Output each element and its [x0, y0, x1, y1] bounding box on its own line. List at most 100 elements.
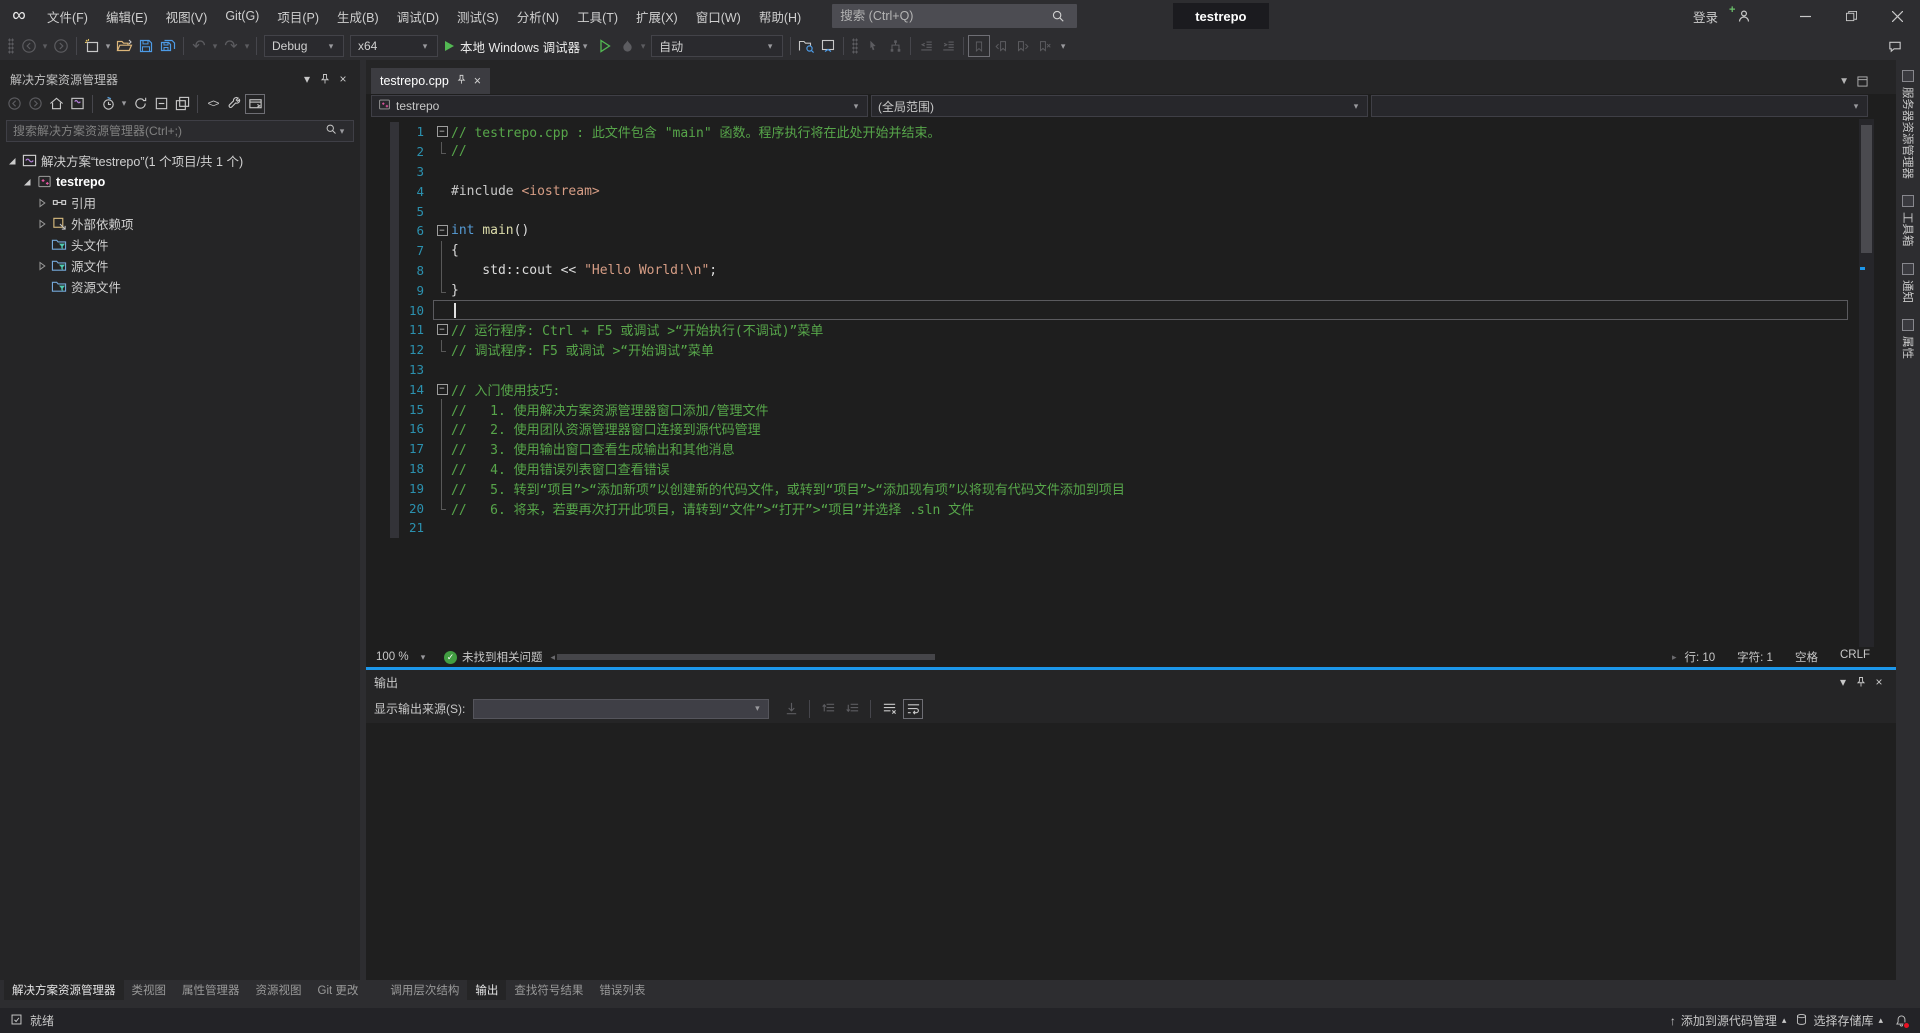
output-log-area[interactable] [366, 723, 1896, 980]
start-without-debug-icon[interactable] [594, 35, 616, 57]
code-line[interactable]: 5 [366, 201, 1896, 221]
send-feedback-icon[interactable] [1884, 35, 1906, 57]
code-line[interactable]: 21 [366, 518, 1896, 538]
start-debugging-button[interactable]: 本地 Windows 调试器 ▾ [445, 37, 590, 56]
expander-icon[interactable] [4, 156, 20, 166]
add-to-source-control-button[interactable]: ↑ 添加到源代码管理 ▴ [1670, 1012, 1787, 1029]
fold-bar-icon[interactable] [433, 478, 451, 498]
restore-button[interactable] [1828, 0, 1874, 32]
active-files-dropdown-icon[interactable]: ▼ [1839, 76, 1849, 90]
save-icon[interactable] [135, 35, 157, 57]
code-line[interactable]: 9} [366, 280, 1896, 300]
home-icon[interactable] [46, 94, 66, 114]
tool-window-tab[interactable]: 类视图 [124, 980, 175, 1000]
fold-bar-icon[interactable] [433, 261, 451, 281]
window-position-icon[interactable]: ▾ [1834, 673, 1852, 691]
collapse-region-icon[interactable]: − [437, 384, 448, 395]
next-message-icon[interactable] [842, 699, 862, 719]
code-line[interactable]: 10 [366, 300, 1896, 320]
side-tab-notifications[interactable]: 通知 [1900, 263, 1916, 303]
solution-explorer-title-bar[interactable]: 解决方案资源管理器 ▾ × [0, 60, 360, 90]
toolbar-grip[interactable] [852, 38, 858, 54]
tool-window-tab[interactable]: 查找符号结果 [506, 980, 591, 1000]
fold-bar-icon[interactable] [433, 241, 451, 261]
menu-item[interactable]: 帮助(H) [750, 0, 810, 32]
save-all-icon[interactable] [157, 35, 179, 57]
select-repository-button[interactable]: 选择存储库 ▴ [1795, 1012, 1883, 1029]
tool-window-tab[interactable]: 解决方案资源管理器 [4, 980, 124, 1000]
fold-end-icon[interactable] [433, 142, 451, 162]
close-icon[interactable]: × [474, 74, 481, 88]
spaces-indicator[interactable]: 空格 [1795, 649, 1818, 665]
scroll-right-icon[interactable]: ▸ [1672, 652, 1677, 663]
fold-bar-icon[interactable] [433, 419, 451, 439]
nav-back-icon[interactable] [18, 35, 40, 57]
menu-item[interactable]: 调试(D) [388, 0, 448, 32]
expander-icon[interactable] [34, 198, 50, 208]
fold-box-icon[interactable]: − [433, 221, 451, 241]
undo-icon[interactable]: ↶ [188, 35, 210, 57]
new-project-icon[interactable] [81, 35, 103, 57]
nav-forward-icon[interactable] [50, 35, 72, 57]
redo-dropdown-icon[interactable]: ▾ [242, 41, 252, 52]
forward-icon[interactable] [25, 94, 45, 114]
toolbar-grip[interactable] [8, 38, 14, 54]
tool-window-tab[interactable]: 输出 [467, 980, 506, 1000]
code-line[interactable]: 17// 3. 使用输出窗口查看生成输出和其他消息 [366, 439, 1896, 459]
menu-item[interactable]: 测试(S) [448, 0, 508, 32]
member-scope-combo[interactable]: ▾ [1371, 95, 1868, 117]
new-project-dropdown-icon[interactable]: ▾ [103, 41, 113, 52]
find-in-files-icon[interactable] [795, 35, 817, 57]
fold-box-icon[interactable]: − [433, 379, 451, 399]
code-line[interactable]: 14−// 入门使用技巧: [366, 379, 1896, 399]
add-account-icon[interactable]: + [1728, 8, 1758, 24]
solution-platform-combo[interactable]: x64 ▾ [350, 35, 438, 57]
pin-icon[interactable] [456, 74, 467, 88]
sign-in-button[interactable]: 登录 [1693, 7, 1718, 26]
jump-to-message-icon[interactable] [781, 699, 801, 719]
code-line[interactable]: 2// [366, 142, 1896, 162]
scrollbar-thumb[interactable] [557, 654, 935, 660]
output-source-combo[interactable]: ▾ [473, 699, 769, 719]
scrollbar-track[interactable] [557, 653, 1670, 661]
type-scope-combo[interactable]: (全局范围) ▾ [871, 95, 1368, 117]
scrollbar-thumb[interactable] [1861, 125, 1872, 253]
pin-icon[interactable] [1852, 673, 1870, 691]
code-line[interactable]: 15// 1. 使用解决方案资源管理器窗口添加/管理文件 [366, 399, 1896, 419]
properties-icon[interactable] [224, 94, 244, 114]
previous-message-icon[interactable] [818, 699, 838, 719]
refresh-icon[interactable] [130, 94, 150, 114]
active-solution-chip[interactable]: testrepo [1173, 3, 1268, 29]
code-line[interactable]: 7{ [366, 241, 1896, 261]
vertical-scrollbar[interactable] [1859, 119, 1874, 647]
code-line[interactable]: 13 [366, 360, 1896, 380]
chevron-down-icon[interactable]: ▾ [337, 126, 347, 137]
undo-dropdown-icon[interactable]: ▾ [210, 41, 220, 52]
hot-reload-dropdown-icon[interactable]: ▾ [638, 41, 648, 52]
open-folder-icon[interactable] [113, 35, 135, 57]
chevron-down-icon[interactable]: ▾ [119, 98, 129, 109]
tree-item[interactable]: 外部依赖项 [0, 213, 360, 234]
tool-window-tab[interactable]: 调用层次结构 [382, 980, 467, 1000]
solution-explorer-search-box[interactable]: ▾ [6, 120, 354, 142]
side-tab-server-explorer[interactable]: 服务器资源管理器 [1900, 70, 1916, 179]
show-all-files-icon[interactable] [172, 94, 192, 114]
menu-item[interactable]: 编辑(E) [97, 0, 157, 32]
code-line[interactable]: 8 std::cout << "Hello World!\n"; [366, 261, 1896, 281]
scroll-left-icon[interactable]: ◂ [551, 652, 556, 663]
quick-search-box[interactable] [832, 4, 1077, 28]
back-icon[interactable] [4, 94, 24, 114]
minimize-button[interactable] [1782, 0, 1828, 32]
outdent-icon[interactable] [915, 35, 937, 57]
side-tab-toolbox[interactable]: 工具箱 [1900, 195, 1916, 247]
tree-item[interactable]: testrepo [0, 171, 360, 192]
menu-item[interactable]: 扩展(X) [627, 0, 687, 32]
fold-bar-icon[interactable] [433, 459, 451, 479]
menu-item[interactable]: 生成(B) [328, 0, 388, 32]
pending-changes-filter-icon[interactable] [98, 94, 118, 114]
expander-icon[interactable] [34, 261, 50, 271]
solution-search-input[interactable] [13, 124, 325, 138]
float-window-icon[interactable] [1857, 76, 1868, 90]
menu-item[interactable]: 项目(P) [268, 0, 328, 32]
toolbar-overflow-icon[interactable]: ▾ [1058, 41, 1068, 52]
